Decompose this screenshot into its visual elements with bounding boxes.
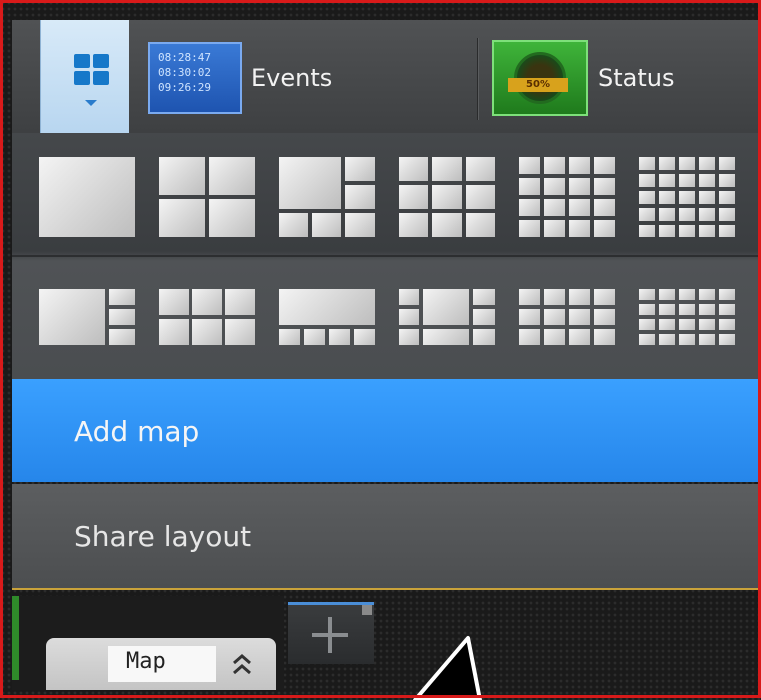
layout-grid-icon xyxy=(74,54,110,86)
plus-icon xyxy=(312,617,348,653)
events-time-1: 08:28:47 xyxy=(158,51,211,64)
status-button-label[interactable]: Status xyxy=(598,64,674,92)
layout-wide-5x5[interactable] xyxy=(639,289,735,345)
status-percent: 50% xyxy=(508,78,568,92)
layout-wide-3x3[interactable] xyxy=(399,289,495,345)
layout-tab-bar: Map xyxy=(12,596,284,690)
layout-row-separator xyxy=(12,255,761,257)
events-clock-icon[interactable]: 08:28:47 08:30:02 09:26:29 xyxy=(148,42,242,114)
layout-2x2[interactable] xyxy=(159,157,255,237)
chevron-down-icon xyxy=(85,100,97,106)
status-icon[interactable]: 50% xyxy=(492,40,588,116)
layout-1-plus-5[interactable] xyxy=(279,157,375,237)
add-map-label: Add map xyxy=(74,415,200,448)
tab-corner-marker xyxy=(362,605,372,615)
toolbar-divider xyxy=(477,38,478,120)
add-map-menu-item[interactable]: Add map xyxy=(12,379,761,482)
layout-picker xyxy=(12,133,761,379)
layout-1x1[interactable] xyxy=(39,157,135,237)
add-tab-button[interactable] xyxy=(288,602,374,664)
layout-5x5[interactable] xyxy=(639,157,735,237)
tab-map-label: Map xyxy=(126,649,166,674)
layout-wide-1-plus-5[interactable] xyxy=(279,289,375,345)
layout-wide-4x4[interactable] xyxy=(519,289,615,345)
share-layout-menu-item[interactable]: Share layout xyxy=(12,484,761,590)
events-time-3: 09:26:29 xyxy=(158,81,211,94)
layout-wide-2x2[interactable] xyxy=(159,289,255,345)
tab-map[interactable]: Map xyxy=(46,638,276,690)
toolbar: 08:28:47 08:30:02 09:26:29 Events 50% St… xyxy=(12,20,761,133)
events-button-label[interactable]: Events xyxy=(251,64,332,92)
layout-wide-1-plus-3[interactable] xyxy=(39,289,135,345)
chevron-double-up-icon[interactable] xyxy=(230,650,254,678)
share-layout-label: Share layout xyxy=(74,520,252,553)
mouse-pointer-icon xyxy=(413,636,482,700)
layout-4x4[interactable] xyxy=(519,157,615,237)
layout-3x3[interactable] xyxy=(399,157,495,237)
status-strip xyxy=(12,596,19,680)
layout-menu-button[interactable] xyxy=(40,20,129,133)
events-time-2: 08:30:02 xyxy=(158,66,211,79)
